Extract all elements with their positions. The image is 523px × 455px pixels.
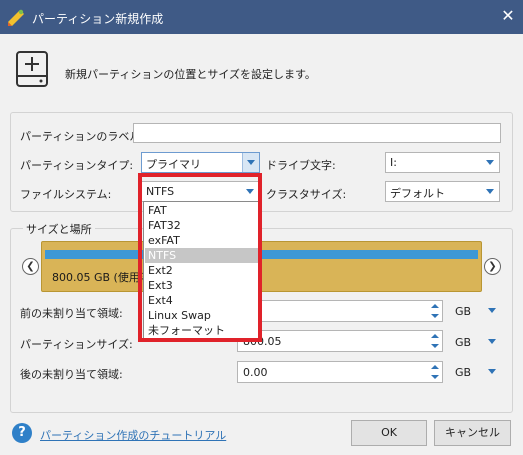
- partition-label-input[interactable]: [133, 123, 501, 143]
- unallocated-after-unit: GB: [455, 366, 472, 379]
- scroll-right-button[interactable]: ❯: [484, 258, 501, 275]
- spin-up-icon[interactable]: [428, 301, 442, 311]
- drive-letter-label: ドライブ文字:: [266, 159, 336, 172]
- dropdown-arrow-icon: [242, 153, 259, 172]
- partition-size-unit: GB: [455, 336, 472, 349]
- unallocated-after-label: 後の未割り当て領域:: [20, 368, 123, 381]
- window-title: パーティション新規作成: [32, 12, 164, 26]
- app-icon: [8, 9, 24, 26]
- unit-dropdown-icon[interactable]: [486, 305, 498, 317]
- disk-add-icon: [16, 51, 48, 87]
- chevron-left-icon: ❮: [26, 261, 35, 272]
- dropdown-arrow-icon: [482, 153, 499, 172]
- help-icon[interactable]: ?: [12, 423, 32, 443]
- drive-letter-select[interactable]: I:: [385, 152, 500, 173]
- unallocated-after-input[interactable]: 0.00: [237, 361, 443, 383]
- header-description: 新規パーティションの位置とサイズを設定します。: [65, 68, 316, 81]
- partition-type-label: パーティションタイプ:: [20, 159, 134, 172]
- cluster-size-label: クラスタサイズ:: [266, 188, 347, 201]
- spin-down-icon[interactable]: [428, 372, 442, 382]
- disk-size-label: 800.05 GB (使用済: [52, 271, 151, 284]
- spin-down-icon[interactable]: [428, 341, 442, 351]
- unallocated-before-unit: GB: [455, 305, 472, 318]
- tutorial-link[interactable]: パーティション作成のチュートリアル: [40, 427, 226, 443]
- partition-size-input[interactable]: 800.05: [237, 330, 443, 352]
- spin-up-icon[interactable]: [428, 331, 442, 341]
- unit-dropdown-icon[interactable]: [486, 366, 498, 378]
- spin-down-icon[interactable]: [428, 311, 442, 321]
- cluster-size-value: デフォルト: [390, 187, 445, 200]
- partition-size-label: パーティションサイズ:: [20, 338, 133, 351]
- partition-label-label: パーティションのラベル:: [20, 130, 145, 143]
- close-button[interactable]: ✕: [493, 0, 523, 34]
- unit-dropdown-icon[interactable]: [486, 336, 498, 348]
- dropdown-arrow-icon: [482, 182, 499, 201]
- cancel-button[interactable]: キャンセル: [434, 420, 511, 446]
- drive-letter-value: I:: [390, 156, 397, 169]
- unallocated-before-label: 前の未割り当て領域:: [20, 307, 123, 320]
- scroll-left-button[interactable]: ❮: [22, 258, 39, 275]
- title-bar: パーティション新規作成 ✕: [0, 0, 523, 34]
- unallocated-after-value: 0.00: [243, 366, 268, 379]
- partition-type-select[interactable]: プライマリ: [141, 152, 260, 173]
- size-location-title: サイズと場所: [23, 221, 95, 237]
- unallocated-before-input[interactable]: [237, 300, 443, 322]
- spin-up-icon[interactable]: [428, 362, 442, 372]
- cluster-size-select[interactable]: デフォルト: [385, 181, 500, 202]
- partition-type-value: プライマリ: [146, 158, 201, 171]
- file-system-label: ファイルシステム:: [20, 188, 112, 201]
- ok-button[interactable]: OK: [351, 420, 427, 446]
- chevron-right-icon: ❯: [488, 261, 497, 272]
- highlight-frame: [138, 173, 262, 342]
- close-icon: ✕: [501, 6, 515, 25]
